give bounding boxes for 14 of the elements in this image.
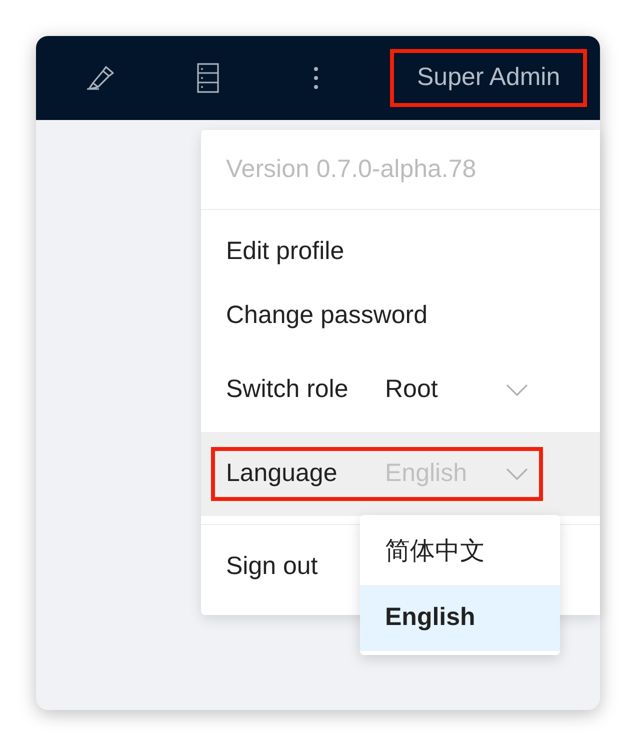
menu-item[interactable]: Edit profile xyxy=(201,220,600,284)
chevron-down-icon xyxy=(506,468,528,480)
row-label: Switch role xyxy=(226,374,350,406)
server-icon[interactable] xyxy=(197,63,219,93)
menu-select-row[interactable]: Switch role Root xyxy=(201,348,600,432)
version-text: Version 0.7.0-alpha.78 xyxy=(201,130,600,210)
select-value[interactable]: Root xyxy=(385,371,506,409)
language-option[interactable]: English xyxy=(360,585,560,651)
user-menu-button[interactable]: Super Admin xyxy=(390,49,588,107)
menu-item[interactable]: Change password xyxy=(201,284,600,348)
row-label: Language xyxy=(226,458,338,490)
chevron-down-icon xyxy=(506,384,528,396)
language-option[interactable]: 简体中文 xyxy=(360,519,560,585)
more-icon[interactable] xyxy=(313,66,319,90)
